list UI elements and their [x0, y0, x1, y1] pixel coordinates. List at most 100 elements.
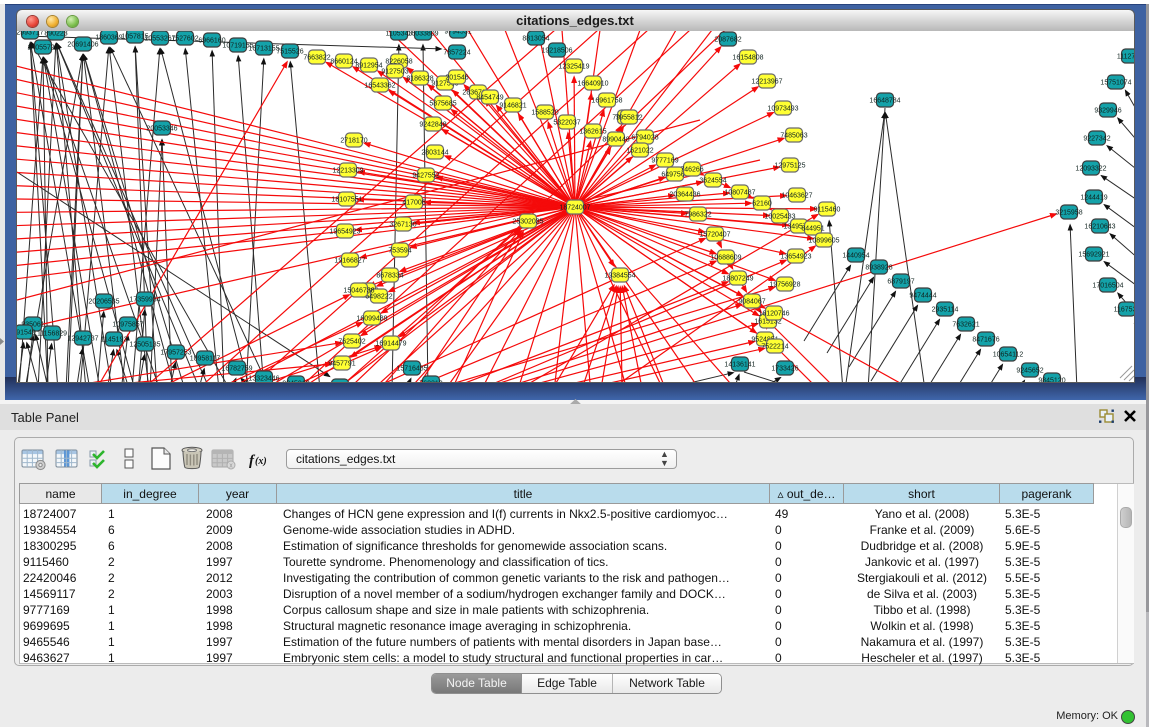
svg-text:746266: 746266: [680, 167, 703, 174]
svg-text:15692921: 15692921: [1078, 252, 1109, 259]
svg-text:16120746: 16120746: [758, 311, 789, 318]
svg-text:3267130: 3267130: [389, 222, 416, 229]
svg-text:5322037: 5322037: [553, 120, 580, 127]
svg-text:7515526: 7515526: [276, 49, 303, 56]
svg-text:9245652: 9245652: [1016, 368, 1043, 375]
svg-text:1244419: 1244419: [1080, 195, 1107, 202]
svg-text:7625402: 7625402: [338, 339, 365, 346]
svg-text:10958117: 10958117: [190, 356, 221, 363]
svg-text:9115460: 9115460: [814, 207, 841, 214]
svg-text:8471676: 8471676: [972, 337, 999, 344]
svg-text:11156829: 11156829: [37, 331, 67, 338]
svg-text:16713155: 16713155: [248, 46, 279, 53]
svg-text:9457791: 9457791: [328, 361, 355, 368]
svg-text:5875685: 5875685: [429, 101, 456, 108]
svg-text:8990448: 8990448: [602, 137, 629, 144]
svg-text:9845120: 9845120: [1038, 378, 1065, 383]
svg-text:8912954: 8912954: [355, 63, 382, 70]
svg-text:15046738: 15046738: [343, 288, 374, 295]
svg-text:(x): (x): [255, 456, 267, 467]
svg-text:16543362: 16543362: [364, 83, 395, 90]
svg-text:12093322: 12093322: [1075, 166, 1106, 173]
svg-text:2993717: 2993717: [17, 31, 44, 37]
svg-text:1112747: 1112747: [1117, 54, 1134, 61]
svg-text:25302035: 25302035: [512, 219, 543, 226]
svg-text:8186328: 8186328: [406, 76, 433, 83]
svg-text:20206535: 20206535: [88, 299, 119, 306]
svg-text:2718170: 2718170: [340, 138, 367, 145]
svg-text:2935114: 2935114: [932, 307, 959, 314]
svg-text:13654923: 13654923: [780, 254, 811, 261]
svg-text:9777169: 9777169: [651, 158, 678, 165]
svg-text:10975857: 10975857: [112, 322, 143, 329]
svg-text:10688609: 10688609: [710, 255, 741, 262]
svg-text:18724007: 18724007: [559, 205, 590, 212]
svg-text:9242848: 9242848: [419, 122, 446, 129]
svg-text:8454749: 8454749: [476, 95, 503, 102]
svg-text:19756928: 19756928: [769, 282, 800, 289]
svg-text:15720407: 15720407: [699, 232, 730, 239]
svg-text:17359934: 17359934: [129, 297, 160, 304]
svg-text:20053346: 20053346: [146, 126, 177, 133]
svg-text:1733426: 1733426: [771, 366, 798, 373]
svg-text:20691406: 20691406: [67, 42, 98, 49]
svg-text:20364436: 20364436: [669, 192, 700, 199]
svg-text:10463627: 10463627: [781, 193, 812, 200]
svg-text:12975125: 12975125: [774, 163, 805, 170]
svg-text:753594: 753594: [388, 248, 411, 255]
svg-text:15751074: 15751074: [1100, 80, 1131, 87]
svg-text:1860369: 1860369: [95, 35, 122, 42]
svg-text:1588520: 1588520: [531, 110, 558, 117]
svg-text:x: x: [229, 463, 233, 470]
svg-text:8938928: 8938928: [865, 265, 892, 272]
svg-text:19384554: 19384554: [604, 273, 635, 280]
svg-text:16961758: 16961758: [591, 98, 622, 105]
svg-text:16640910: 16640910: [577, 81, 608, 88]
svg-text:1145193: 1145193: [101, 337, 128, 344]
svg-text:1621022: 1621022: [626, 148, 653, 155]
svg-text:7986322: 7986322: [684, 212, 711, 219]
svg-text:8660124: 8660124: [330, 59, 357, 66]
svg-text:12213967: 12213967: [751, 79, 782, 86]
svg-text:18807249: 18807249: [722, 276, 753, 283]
svg-text:16648784: 16648784: [869, 98, 900, 105]
svg-text:3624554: 3624554: [699, 178, 726, 185]
svg-text:16099489: 16099489: [356, 316, 387, 323]
svg-text:16210643: 16210643: [1084, 224, 1115, 231]
svg-text:7632621: 7632621: [952, 322, 979, 329]
svg-text:9127503: 9127503: [381, 69, 408, 76]
svg-text:7857224: 7857224: [443, 50, 470, 57]
svg-text:10899605: 10899605: [808, 238, 839, 245]
svg-text:417006: 417006: [402, 200, 425, 207]
svg-text:12505135: 12505135: [129, 342, 160, 349]
svg-text:1167534: 1167534: [1114, 307, 1134, 314]
svg-text:5498222: 5498222: [365, 294, 392, 301]
svg-text:9245012: 9245012: [282, 381, 309, 383]
svg-text:16914479: 16914479: [375, 341, 406, 348]
svg-text:9146821: 9146821: [499, 103, 526, 110]
svg-text:19166827: 19166827: [334, 258, 365, 265]
svg-text:7955812: 7955812: [615, 115, 642, 122]
svg-text:1362615: 1362615: [579, 129, 606, 136]
svg-text:1440954: 1440954: [842, 253, 869, 260]
svg-text:15716485: 15716485: [396, 366, 427, 373]
svg-text:12325419: 12325419: [558, 64, 589, 71]
svg-text:12942737: 12942737: [67, 336, 98, 343]
svg-text:9474444: 9474444: [909, 293, 936, 300]
svg-text:19218506: 19218506: [541, 48, 572, 55]
svg-text:2087682: 2087682: [714, 37, 741, 44]
svg-text:6794028: 6794028: [631, 135, 658, 142]
svg-text:6879197: 6879197: [887, 279, 914, 286]
svg-text:844951: 844951: [801, 226, 824, 233]
svg-text:14136141: 14136141: [724, 362, 755, 369]
svg-text:10654112: 10654112: [993, 352, 1024, 359]
svg-text:760312: 760312: [419, 381, 442, 383]
svg-text:7485063: 7485063: [780, 133, 807, 140]
svg-text:9794531: 9794531: [444, 31, 471, 36]
svg-text:8813054: 8813054: [522, 36, 549, 43]
svg-text:16033809: 16033809: [407, 31, 438, 38]
svg-text:391549: 391549: [17, 330, 36, 337]
svg-text:10973493: 10973493: [767, 106, 798, 113]
svg-text:3215958: 3215958: [1055, 210, 1082, 217]
svg-text:16782759: 16782759: [221, 366, 252, 373]
